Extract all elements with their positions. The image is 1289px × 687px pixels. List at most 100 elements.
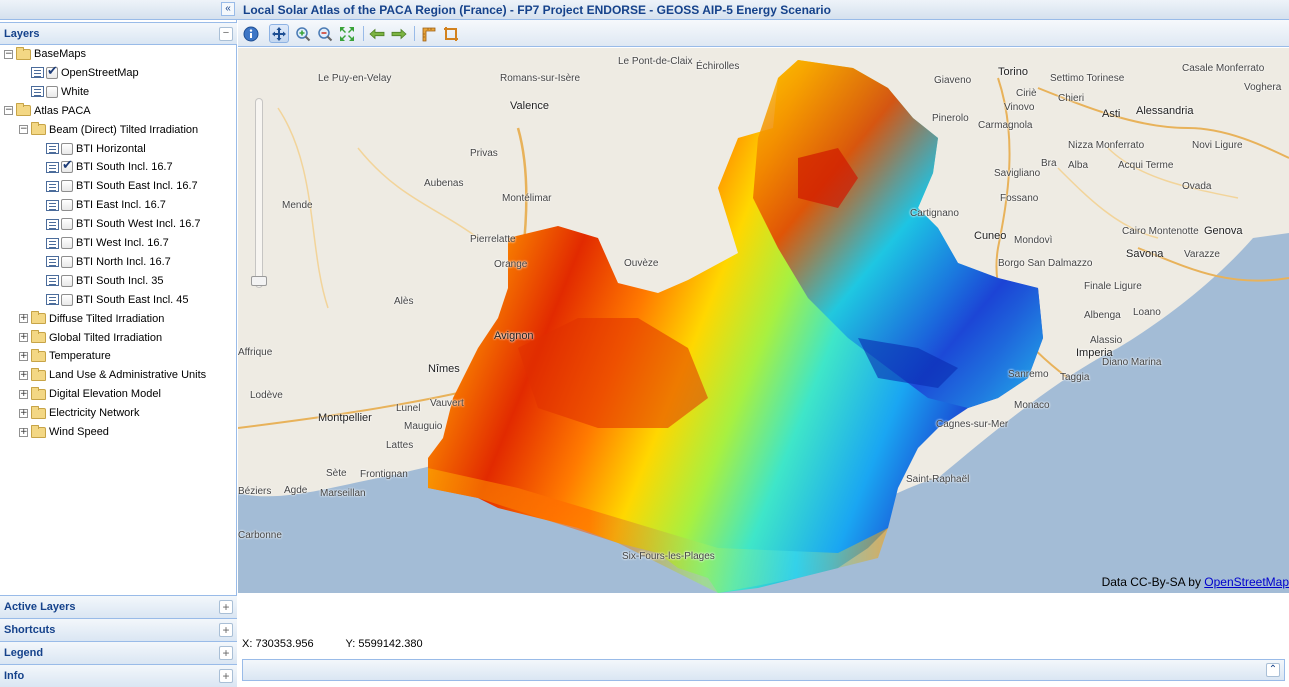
expand-node-icon[interactable]: +	[19, 351, 28, 361]
layer-visibility-checkbox[interactable]	[46, 85, 58, 98]
measure-area-button[interactable]	[441, 24, 461, 43]
place-label: Orange	[494, 259, 528, 270]
layers-panel-collapse-button[interactable]: −	[219, 27, 233, 41]
tree-folder[interactable]: + Land Use & Administrative Units	[19, 366, 206, 384]
tree-layer[interactable]: White	[31, 83, 89, 101]
y-coordinate: Y: 5599142.380	[345, 638, 423, 650]
attribution-text: Data CC-By-SA by	[1101, 575, 1205, 589]
tree-layer[interactable]: BTI South Incl. 16.7	[46, 158, 173, 176]
info-button[interactable]	[241, 24, 261, 43]
expand-node-icon[interactable]: +	[19, 427, 28, 437]
next-extent-button[interactable]	[389, 24, 409, 43]
map-viewport[interactable]: Le Puy-en-Velay Romans-sur-Isère Le Pont-d…	[238, 48, 1289, 593]
zoom-extent-button[interactable]	[337, 24, 357, 43]
tree-node-label: OpenStreetMap	[61, 66, 139, 79]
place-label: Monaco	[1014, 400, 1050, 411]
place-label: Frontignan	[360, 469, 408, 480]
legend-expand-button[interactable]: +	[219, 646, 233, 660]
south-panel-bar[interactable]: ⌃	[242, 659, 1285, 681]
layer-visibility-checkbox[interactable]	[61, 237, 73, 249]
collapse-node-icon[interactable]: −	[4, 49, 13, 59]
layer-visibility-checkbox[interactable]	[61, 199, 73, 212]
layer-tree: −BaseMapsOpenStreetMapWhite−Atlas PACA−B…	[0, 45, 236, 593]
place-label: Mondovì	[1014, 235, 1053, 246]
tree-folder[interactable]: + Temperature	[19, 347, 111, 365]
zoom-in-button[interactable]	[293, 24, 313, 43]
active-layers-expand-button[interactable]: +	[219, 600, 233, 614]
previous-extent-button[interactable]	[367, 24, 387, 43]
tree-folder[interactable]: + Electricity Network	[19, 404, 139, 422]
toolbar-separator	[414, 26, 415, 41]
expand-node-icon[interactable]: +	[19, 314, 28, 324]
info-expand-button[interactable]: +	[219, 669, 233, 683]
collapse-west-panel-button[interactable]: «	[221, 2, 235, 16]
place-label: Alassio	[1090, 335, 1123, 346]
tree-layer[interactable]: BTI West Incl. 16.7	[46, 234, 169, 252]
shortcuts-expand-button[interactable]: +	[219, 623, 233, 637]
tree-layer[interactable]: BTI South West Incl. 16.7	[46, 215, 201, 233]
layer-visibility-checkbox[interactable]	[61, 180, 73, 193]
place-label: Lodève	[250, 390, 283, 401]
zoom-slider-handle[interactable]	[251, 276, 267, 286]
tree-layer[interactable]: BTI North Incl. 16.7	[46, 253, 171, 271]
tree-layer[interactable]: BTI South East Incl. 45	[46, 291, 189, 309]
tree-layer[interactable]: BTI Horizontal	[46, 140, 146, 158]
south-panel-expand-button[interactable]: ⌃	[1266, 663, 1280, 677]
zoom-slider-track[interactable]	[255, 98, 263, 288]
layers-panel-header[interactable]: Layers −	[0, 22, 237, 45]
base-map-layer	[238, 48, 1289, 593]
legend-header[interactable]: Legend +	[0, 641, 237, 664]
tree-layer[interactable]: BTI South East Incl. 16.7	[46, 177, 198, 195]
place-label: Pinerolo	[932, 113, 969, 124]
place-label: Vauvert	[430, 398, 464, 409]
tree-layer[interactable]: BTI East Incl. 16.7	[46, 196, 166, 214]
place-label: Finale Ligure	[1084, 281, 1142, 292]
tree-folder[interactable]: − Beam (Direct) Tilted Irradiation	[19, 121, 198, 139]
layer-visibility-checkbox[interactable]	[61, 158, 73, 174]
collapse-node-icon[interactable]: −	[19, 125, 28, 135]
tree-node-label: BTI West Incl. 16.7	[76, 237, 169, 249]
tree-folder[interactable]: + Digital Elevation Model	[19, 385, 161, 403]
expand-node-icon[interactable]: +	[19, 408, 28, 418]
zoom-out-button[interactable]	[315, 24, 335, 43]
expand-node-icon[interactable]: +	[19, 333, 28, 342]
active-layers-header[interactable]: Active Layers +	[0, 595, 237, 618]
x-coordinate: X: 730353.956	[242, 638, 314, 650]
folder-icon	[31, 330, 46, 343]
tree-folder[interactable]: + Diffuse Tilted Irradiation	[19, 310, 164, 328]
place-label: Loano	[1133, 307, 1161, 318]
expand-node-icon[interactable]: +	[19, 370, 28, 380]
layer-visibility-checkbox[interactable]	[46, 64, 58, 79]
tree-folder[interactable]: − Atlas PACA	[4, 102, 91, 120]
tree-folder[interactable]: + Wind Speed	[19, 423, 109, 441]
place-label: Alès	[394, 296, 414, 307]
tree-node-label: Global Tilted Irradiation	[49, 331, 163, 344]
expand-node-icon[interactable]: +	[19, 389, 28, 399]
pan-button[interactable]	[269, 24, 289, 43]
openstreetmap-link[interactable]: OpenStreetMap	[1204, 575, 1289, 589]
layer-visibility-checkbox[interactable]	[61, 293, 73, 306]
layer-icon	[46, 180, 59, 192]
west-panel: Layers − −BaseMaps OpenStreetMap White−Atl…	[0, 20, 237, 687]
place-label: Cagnes-sur-Mer	[936, 419, 1009, 430]
measure-length-button[interactable]	[419, 24, 439, 43]
layer-visibility-checkbox[interactable]	[61, 274, 73, 287]
tree-layer[interactable]: OpenStreetMap	[31, 64, 139, 82]
shortcuts-header[interactable]: Shortcuts +	[0, 618, 237, 641]
place-label: Aubenas	[424, 178, 464, 189]
tree-folder[interactable]: + Global Tilted Irradiation	[19, 329, 162, 347]
layer-visibility-checkbox[interactable]	[61, 142, 73, 155]
info-header[interactable]: Info +	[0, 664, 237, 687]
place-label: Cartignano	[910, 208, 959, 219]
layer-visibility-checkbox[interactable]	[61, 218, 73, 231]
app-title-bar: « Local Solar Atlas of the PACA Region (…	[0, 0, 1289, 20]
place-label: Le Pont-de-Claix	[618, 56, 693, 67]
layer-visibility-checkbox[interactable]	[61, 255, 73, 268]
forward-icon	[391, 28, 407, 39]
place-label: Cairo Montenotte	[1122, 226, 1199, 237]
tree-layer[interactable]: BTI South Incl. 35	[46, 272, 163, 290]
place-label: Savigliano	[994, 168, 1041, 179]
place-label: Le Puy-en-Velay	[318, 73, 392, 84]
collapse-node-icon[interactable]: −	[4, 106, 13, 116]
tree-folder[interactable]: − BaseMaps	[4, 45, 86, 63]
